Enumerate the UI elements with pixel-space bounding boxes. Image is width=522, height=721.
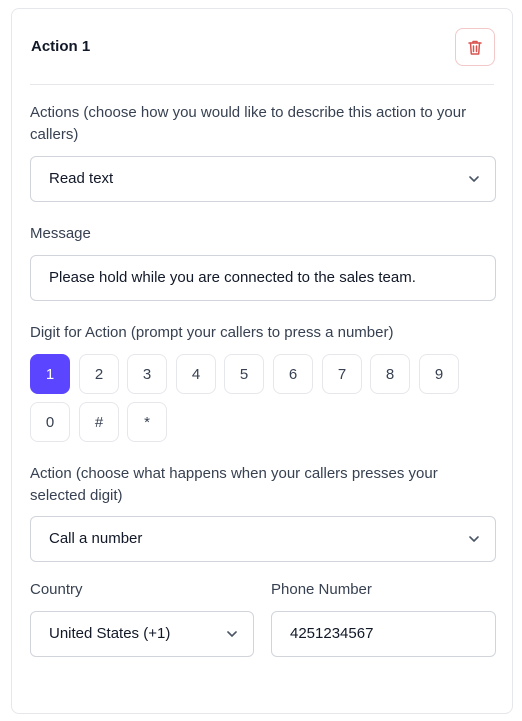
chevron-down-icon (469, 536, 479, 542)
delete-action-button[interactable] (455, 28, 495, 66)
digit-button[interactable]: 2 (79, 354, 119, 394)
digit-button[interactable]: * (127, 402, 167, 442)
message-input[interactable]: Please hold while you are connected to t… (30, 255, 496, 301)
digit-button[interactable]: 3 (127, 354, 167, 394)
phone-label: Phone Number (271, 581, 372, 598)
actions-label: Actions (choose how you would like to de… (30, 104, 467, 143)
action-label: Action (choose what happens when your ca… (30, 465, 438, 504)
country-select-value: United States (+1) (49, 625, 171, 642)
message-input-value: Please hold while you are connected to t… (49, 269, 416, 286)
action-select[interactable]: Call a number (30, 516, 496, 562)
message-label: Message (30, 225, 91, 242)
digit-button[interactable]: 9 (419, 354, 459, 394)
digit-button[interactable]: 0 (30, 402, 70, 442)
digit-button[interactable]: 6 (273, 354, 313, 394)
country-label: Country (30, 581, 83, 598)
digit-button[interactable]: 4 (176, 354, 216, 394)
actions-select[interactable]: Read text (30, 156, 496, 202)
card-header: Action 1 (30, 27, 495, 85)
card-title: Action 1 (31, 38, 91, 55)
digit-button[interactable]: 1 (30, 354, 70, 394)
country-select[interactable]: United States (+1) (30, 611, 254, 657)
digit-button[interactable]: 7 (322, 354, 362, 394)
chevron-down-icon (469, 176, 479, 182)
digit-label: Digit for Action (prompt your callers to… (30, 324, 394, 341)
trash-icon (468, 40, 482, 55)
chevron-down-icon (227, 631, 237, 637)
phone-input-value: 4251234567 (290, 625, 374, 642)
phone-input[interactable]: 4251234567 (271, 611, 496, 657)
digit-button[interactable]: # (79, 402, 119, 442)
digit-button[interactable]: 8 (370, 354, 410, 394)
action-select-value: Call a number (49, 530, 143, 547)
digit-button[interactable]: 5 (224, 354, 264, 394)
action-card: Action 1 Actions (choose how you would l… (11, 8, 513, 714)
actions-select-value: Read text (49, 170, 114, 187)
